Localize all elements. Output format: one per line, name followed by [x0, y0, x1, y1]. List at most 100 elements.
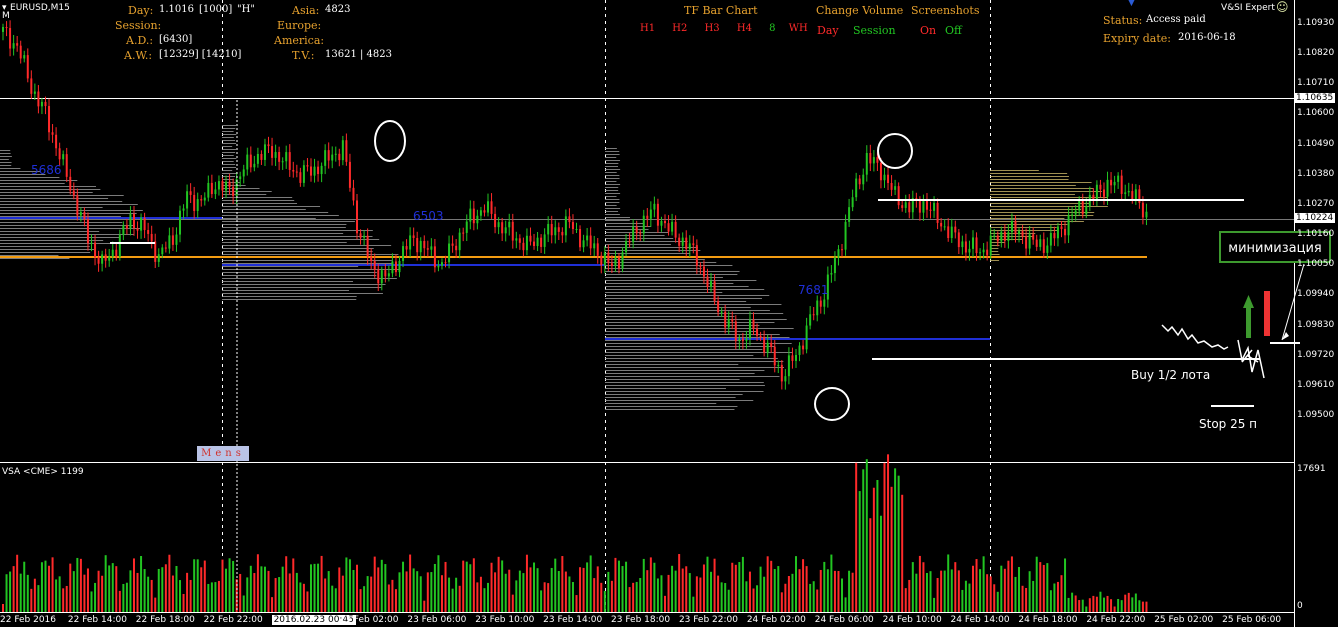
candle-body: [97, 257, 100, 264]
volume-bar: [150, 579, 153, 612]
volume-bar: [692, 596, 695, 612]
candle-body: [511, 221, 514, 241]
candle-body: [23, 55, 26, 59]
change-volume-day[interactable]: Day: [817, 24, 839, 37]
time-tick-label: 22 Feb 22:00: [203, 615, 263, 625]
volume-bar: [455, 577, 458, 612]
volume-bar: [1106, 595, 1109, 612]
volume-bar: [865, 459, 868, 612]
candle-body: [458, 232, 461, 251]
screenshots-on[interactable]: On: [920, 24, 936, 37]
volume-bar: [734, 564, 737, 612]
candle-body: [1032, 234, 1035, 240]
volume-bar: [472, 558, 475, 612]
candle-body: [472, 208, 475, 224]
volume-bar: [791, 573, 794, 612]
volume-bar: [288, 573, 291, 612]
candle-body: [207, 182, 210, 198]
candle-body: [1035, 239, 1038, 247]
candle-body: [147, 230, 150, 234]
volume-bar: [582, 567, 585, 612]
candle-body: [182, 208, 185, 211]
candle-body: [628, 241, 631, 243]
screenshots-off[interactable]: Off: [945, 24, 962, 37]
candle-body: [267, 144, 270, 147]
candle-body: [971, 237, 974, 249]
volume-bar: [642, 558, 645, 612]
volume-bar: [256, 554, 259, 612]
volume-bar: [575, 595, 578, 612]
candle-body: [292, 169, 295, 172]
volume-bar: [805, 566, 808, 612]
change-volume-session[interactable]: Session: [853, 24, 896, 37]
candle-body: [950, 226, 953, 239]
tf-button-8[interactable]: 8: [769, 23, 775, 34]
volume-bar: [1021, 585, 1024, 612]
volume-bar: [525, 554, 528, 612]
candle-body: [968, 248, 971, 253]
candle-body: [345, 140, 348, 162]
volume-bar: [451, 588, 454, 612]
price-tick-label: 1.10600: [1297, 108, 1335, 119]
time-tick-label: 23 Feb 06:00: [407, 615, 467, 625]
candle-body: [802, 345, 805, 350]
volume-bar: [1110, 599, 1113, 612]
time-tick-label: 25 Feb 06:00: [1222, 615, 1282, 625]
volume-bar: [228, 558, 231, 612]
volume-bar: [40, 562, 43, 612]
volume-bar: [1003, 568, 1006, 612]
volume-bar: [607, 571, 610, 612]
tf-button-h1[interactable]: H1: [640, 23, 655, 34]
volume-zero-label: 0: [1297, 601, 1303, 611]
volume-bar: [359, 589, 362, 612]
tf-button-h3[interactable]: H3: [705, 23, 720, 34]
tf-button-h4[interactable]: H4: [737, 23, 752, 34]
candle-body: [239, 176, 242, 180]
volume-bar: [816, 589, 819, 612]
candle-body: [122, 225, 125, 236]
candle-body: [111, 249, 114, 257]
candle-body: [455, 245, 458, 251]
volume-bar: [476, 582, 479, 612]
candle-body: [724, 311, 727, 328]
volume-bar: [306, 591, 309, 612]
tf-button-wh[interactable]: WH: [789, 23, 808, 34]
price-tick-label: 1.10820: [1297, 47, 1335, 58]
volume-bar: [971, 565, 974, 612]
candle-body: [1010, 220, 1013, 233]
tf-button-h2[interactable]: H2: [672, 23, 687, 34]
volume-bar: [320, 555, 323, 612]
candle-body: [610, 263, 613, 266]
volume-max-label: 17691: [1297, 464, 1326, 474]
candle-body: [94, 242, 97, 258]
profile-label: 7681: [798, 283, 829, 297]
candle-body: [5, 27, 8, 29]
candle-body: [387, 273, 390, 277]
volume-bar: [157, 568, 160, 612]
chart-canvas[interactable]: [0, 0, 1338, 627]
candle-body: [639, 233, 642, 235]
candle-body: [770, 342, 773, 347]
volume-bar: [614, 557, 617, 612]
volume-bar: [437, 555, 440, 612]
volume-bar: [409, 554, 412, 612]
volume-bar: [419, 576, 422, 612]
volume-bar: [490, 562, 493, 612]
candle-body: [593, 243, 596, 249]
mens-button[interactable]: Mens: [197, 446, 249, 461]
candle-body: [692, 243, 695, 246]
candle-body: [713, 281, 716, 301]
expert-smiley-icon[interactable]: ☺: [1276, 0, 1289, 14]
candle-body: [476, 215, 479, 224]
volume-bar: [97, 570, 100, 612]
candle-body: [1134, 189, 1137, 200]
volume-bar: [508, 569, 511, 612]
price-tick-label: 1.10270: [1297, 198, 1335, 209]
volume-bar: [76, 557, 79, 612]
volume-bar: [738, 562, 741, 612]
america-label: America:: [274, 34, 325, 47]
volume-bar: [504, 573, 507, 612]
volume-bar: [140, 556, 143, 612]
volume-bar: [143, 569, 146, 612]
volume-bar: [12, 566, 15, 612]
